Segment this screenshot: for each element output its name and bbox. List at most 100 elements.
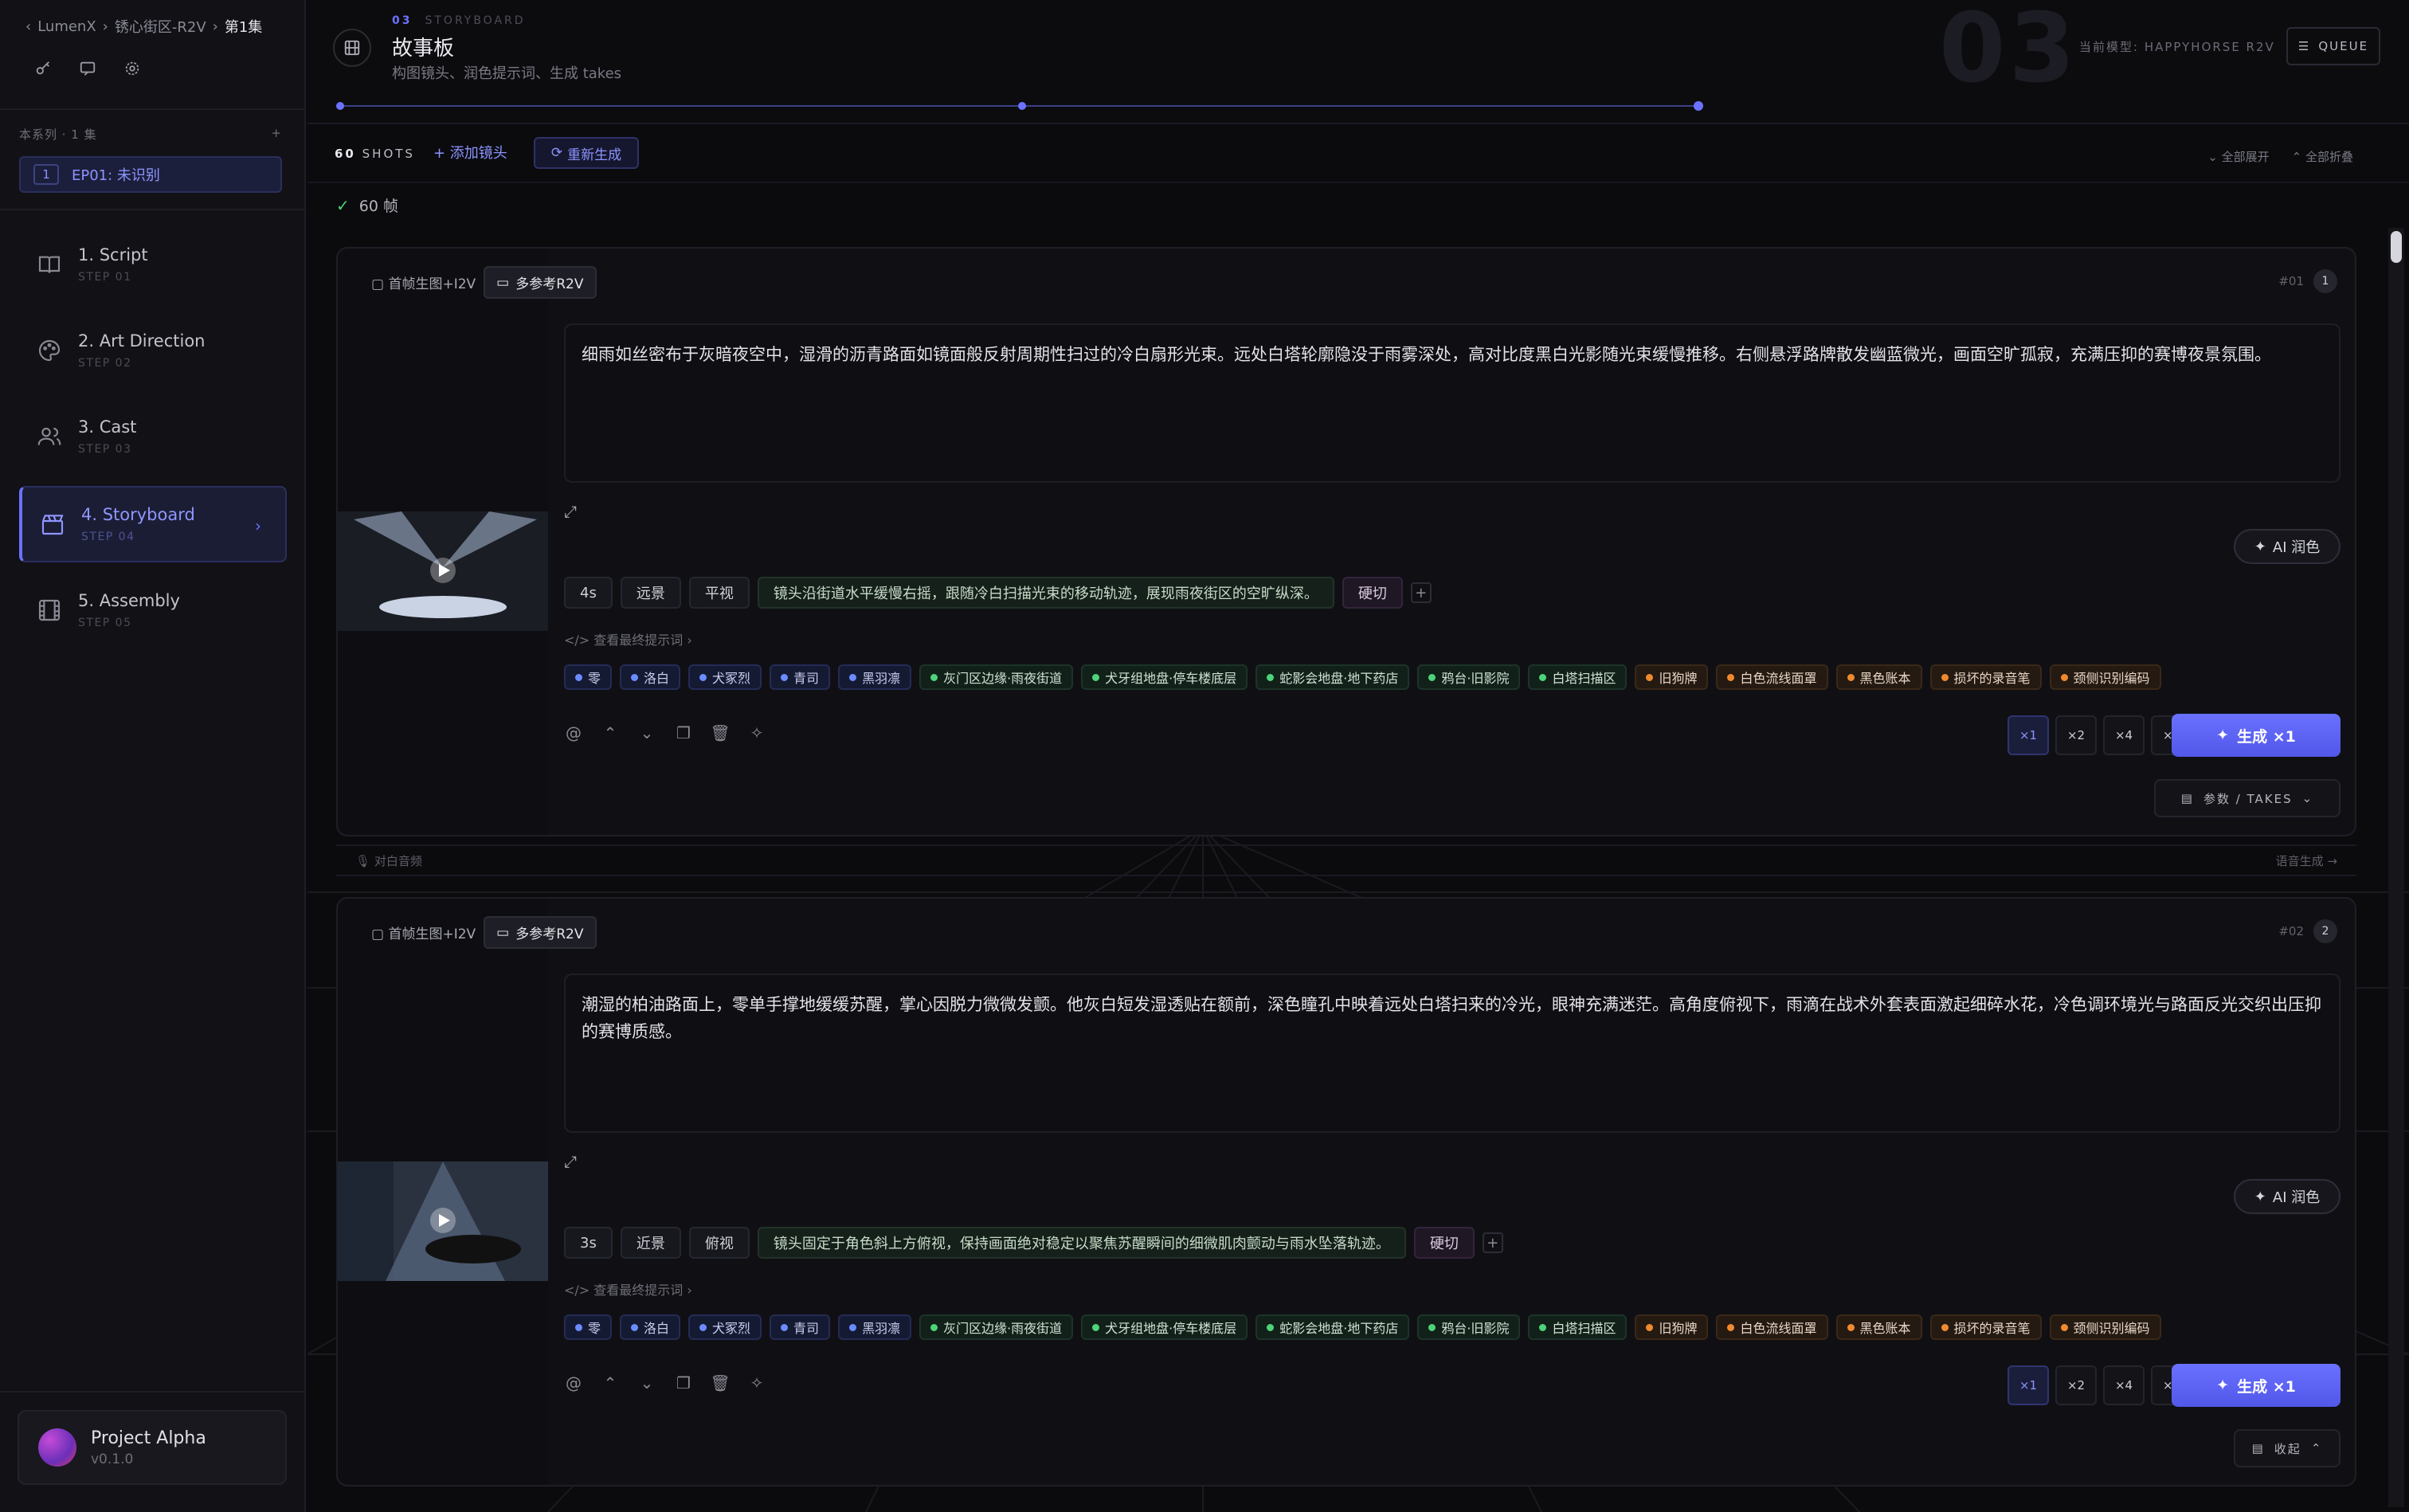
mode-i2v[interactable]: ▢ 首帧生图+I2V xyxy=(371,922,476,942)
shot-prompt[interactable]: 细雨如丝密布于灰暗夜空中，湿滑的沥青路面如镜面般反射周期性扫过的冷白扇形光束。远… xyxy=(564,323,2340,483)
back-chevron-icon[interactable]: ‹ xyxy=(25,18,31,35)
asset-tag[interactable]: 黑羽凛 xyxy=(838,664,912,690)
shot-size-field[interactable]: 近景 xyxy=(620,1227,681,1259)
step-script[interactable]: 1. Script STEP 01 xyxy=(19,226,287,303)
ai-polish-button[interactable]: ✦ AI 润色 xyxy=(2234,1179,2340,1214)
expand-all-button[interactable]: ⌄ 全部展开 xyxy=(2207,148,2269,165)
asset-tag[interactable]: 青司 xyxy=(770,664,831,690)
generate-button[interactable]: ✦ 生成 ×1 xyxy=(2172,714,2340,757)
mult-4[interactable]: ×4 xyxy=(2103,1365,2145,1405)
asset-tag[interactable]: 白色流线面罩 xyxy=(1716,664,1828,690)
collapse-all-button[interactable]: ⌃ 全部折叠 xyxy=(2292,148,2353,165)
mult-2[interactable]: ×2 xyxy=(2055,715,2097,755)
asset-tag[interactable]: 犬牙组地盘·停车楼底层 xyxy=(1081,664,1248,690)
transition-field[interactable]: 硬切 xyxy=(1342,577,1403,609)
key-icon[interactable] xyxy=(32,57,54,80)
asset-tag[interactable]: 洛白 xyxy=(620,1314,681,1340)
params-takes-button[interactable]: ▤ 参数 / TAKES ⌄ xyxy=(2154,779,2340,817)
asset-tag[interactable]: 青司 xyxy=(770,1314,831,1340)
voice-gen-link[interactable]: 语音生成 → xyxy=(2276,852,2337,869)
asset-tag[interactable]: 白塔扫描区 xyxy=(1528,664,1628,690)
add-shot-button[interactable]: + 添加镜头 xyxy=(433,142,507,163)
camera-move-field[interactable]: 镜头沿街道水平缓慢右摇，跟随冷白扫描光束的移动轨迹，展现雨夜街区的空旷纵深。 xyxy=(757,577,1334,609)
asset-tag[interactable]: 蛇影会地盘·地下药店 xyxy=(1255,664,1410,690)
dialogue-audio-row[interactable]: 🎙 对白音频 语音生成 → xyxy=(336,844,2356,876)
duplicate-icon[interactable]: ❐ xyxy=(674,723,693,742)
delete-icon[interactable]: 🗑 xyxy=(710,1373,730,1393)
asset-tag[interactable]: 犬牙组地盘·停车楼底层 xyxy=(1081,1314,1248,1340)
asset-tag[interactable]: 灰门区边缘·雨夜街道 xyxy=(919,1314,1074,1340)
asset-tag[interactable]: 犬冢烈 xyxy=(688,1314,762,1340)
step-art-direction[interactable]: 2. Art Direction STEP 02 xyxy=(19,312,287,389)
asset-tag[interactable]: 黑色账本 xyxy=(1835,664,1922,690)
camera-move-field[interactable]: 镜头固定于角色斜上方俯视，保持画面绝对稳定以聚焦苏醒瞬间的细微肌肉颤动与雨水坠落… xyxy=(757,1227,1406,1259)
project-card[interactable]: Project Alpha v0.1.0 xyxy=(18,1410,287,1485)
add-episode-icon[interactable]: + xyxy=(271,126,282,143)
asset-tag[interactable]: 损坏的录音笔 xyxy=(1929,664,2042,690)
shot-size-field[interactable]: 远景 xyxy=(620,577,681,609)
move-down-icon[interactable]: ⌄ xyxy=(637,1373,656,1393)
asset-tag[interactable]: 蛇影会地盘·地下药店 xyxy=(1255,1314,1410,1340)
asset-tag[interactable]: 零 xyxy=(564,664,613,690)
step-storyboard[interactable]: 4. Storyboard STEP 04 › xyxy=(19,486,287,562)
ai-polish-button[interactable]: ✦ AI 润色 xyxy=(2234,529,2340,564)
view-final-prompt[interactable]: </> 查看最终提示词 › xyxy=(564,629,692,648)
collapse-button[interactable]: ▤ 收起 ⌃ xyxy=(2234,1429,2340,1467)
magic-icon[interactable]: ✧ xyxy=(747,1373,766,1393)
breadcrumb-series[interactable]: 锈心街区-R2V xyxy=(115,16,206,37)
delete-icon[interactable]: 🗑 xyxy=(710,723,730,742)
asset-tag[interactable]: 损坏的录音笔 xyxy=(1929,1314,2042,1340)
duration-field[interactable]: 4s xyxy=(564,577,613,609)
asset-tag[interactable]: 黑羽凛 xyxy=(838,1314,912,1340)
queue-button[interactable]: ☰ QUEUE xyxy=(2286,27,2380,65)
step-assembly[interactable]: 5. Assembly STEP 05 xyxy=(19,572,287,648)
magic-icon[interactable]: ✧ xyxy=(747,723,766,742)
mode-i2v[interactable]: ▢ 首帧生图+I2V xyxy=(371,272,476,292)
asset-tag[interactable]: 白塔扫描区 xyxy=(1528,1314,1628,1340)
step-cast[interactable]: 3. Cast STEP 03 xyxy=(19,398,287,475)
expand-icon[interactable]: ⤢ xyxy=(564,1152,577,1171)
shot-thumbnail[interactable] xyxy=(338,511,548,631)
asset-tag[interactable]: 洛白 xyxy=(620,664,681,690)
generate-button[interactable]: ✦ 生成 ×1 xyxy=(2172,1364,2340,1407)
move-up-icon[interactable]: ⌃ xyxy=(601,1373,620,1393)
chat-icon[interactable] xyxy=(76,57,99,80)
shot-thumbnail[interactable] xyxy=(338,1161,548,1281)
asset-tag[interactable]: 零 xyxy=(564,1314,613,1340)
move-up-icon[interactable]: ⌃ xyxy=(601,723,620,742)
asset-tag[interactable]: 犬冢烈 xyxy=(688,664,762,690)
breadcrumb-app[interactable]: LumenX xyxy=(37,18,96,35)
add-field-button[interactable]: + xyxy=(1482,1232,1503,1253)
mode-r2v[interactable]: ▭ 多参考R2V xyxy=(484,916,597,949)
view-final-prompt[interactable]: </> 查看最终提示词 › xyxy=(564,1279,692,1299)
shot-prompt[interactable]: 潮湿的柏油路面上，零单手撑地缓缓苏醒，掌心因脱力微微发颤。他灰白短发湿透贴在额前… xyxy=(564,973,2340,1133)
asset-tag[interactable]: 颈侧识别编码 xyxy=(2049,1314,2161,1340)
asset-tag[interactable]: 白色流线面罩 xyxy=(1716,1314,1828,1340)
angle-field[interactable]: 平视 xyxy=(688,577,750,609)
asset-tag[interactable]: 鸦台·旧影院 xyxy=(1417,664,1521,690)
angle-field[interactable]: 俯视 xyxy=(688,1227,750,1259)
at-mention-icon[interactable]: @ xyxy=(564,723,583,742)
scrollbar-thumb[interactable] xyxy=(2391,231,2402,263)
asset-tag[interactable]: 旧狗牌 xyxy=(1635,1314,1709,1340)
regenerate-button[interactable]: ⟳ 重新生成 xyxy=(534,137,639,169)
expand-icon[interactable]: ⤢ xyxy=(564,502,577,521)
at-mention-icon[interactable]: @ xyxy=(564,1373,583,1393)
episode-item[interactable]: 1 EP01: 未识别 xyxy=(19,156,282,193)
add-field-button[interactable]: + xyxy=(1410,582,1432,603)
asset-tag[interactable]: 旧狗牌 xyxy=(1635,664,1709,690)
mult-1[interactable]: ×1 xyxy=(2007,715,2049,755)
move-down-icon[interactable]: ⌄ xyxy=(637,723,656,742)
mult-4[interactable]: ×4 xyxy=(2103,715,2145,755)
mode-r2v[interactable]: ▭ 多参考R2V xyxy=(484,266,597,299)
duration-field[interactable]: 3s xyxy=(564,1227,613,1259)
transition-field[interactable]: 硬切 xyxy=(1413,1227,1475,1259)
mult-2[interactable]: ×2 xyxy=(2055,1365,2097,1405)
mult-1[interactable]: ×1 xyxy=(2007,1365,2049,1405)
gear-icon[interactable] xyxy=(121,57,143,80)
duplicate-icon[interactable]: ❐ xyxy=(674,1373,693,1393)
scrollbar[interactable] xyxy=(2388,228,2404,1507)
asset-tag[interactable]: 颈侧识别编码 xyxy=(2049,664,2161,690)
asset-tag[interactable]: 灰门区边缘·雨夜街道 xyxy=(919,664,1074,690)
asset-tag[interactable]: 鸦台·旧影院 xyxy=(1417,1314,1521,1340)
